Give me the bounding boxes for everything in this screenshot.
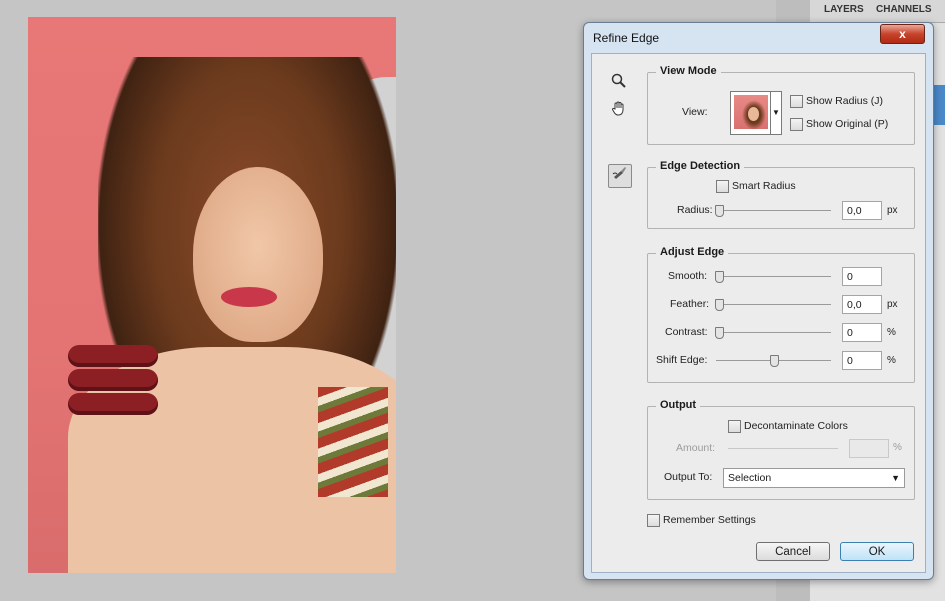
- view-thumbnail: [734, 95, 768, 130]
- output-to-select[interactable]: Selection ▼: [723, 468, 905, 488]
- amount-slider-track: [728, 448, 838, 449]
- remember-settings-label: Remember Settings: [663, 514, 756, 526]
- close-button[interactable]: x: [880, 24, 925, 44]
- photo-bracelet: [68, 393, 158, 415]
- feather-unit: px: [887, 299, 898, 310]
- thumb-face: [748, 107, 759, 121]
- output-legend: Output: [656, 399, 701, 411]
- ok-button[interactable]: OK: [840, 542, 914, 561]
- cancel-button[interactable]: Cancel: [756, 542, 830, 561]
- show-original-label: Show Original (P): [806, 118, 889, 130]
- show-radius-label: Show Radius (J): [806, 95, 884, 107]
- refine-radius-brush-icon[interactable]: [608, 164, 632, 188]
- document-photo[interactable]: [28, 17, 396, 573]
- decontaminate-checkbox[interactable]: [728, 420, 741, 433]
- tab-channels[interactable]: CHANNELS: [876, 4, 932, 15]
- dialog-content: View Mode View: ▼ Show Radius (J) Show O…: [591, 53, 926, 573]
- smart-radius-checkbox[interactable]: [716, 180, 729, 193]
- radius-unit: px: [887, 205, 898, 216]
- refine-edge-dialog: Refine Edge x View Mode View: ▼ Show Rad…: [583, 22, 934, 580]
- amount-label: Amount:: [676, 442, 716, 454]
- feather-field[interactable]: 0,0: [842, 295, 882, 314]
- contrast-field[interactable]: 0: [842, 323, 882, 342]
- radius-slider-thumb[interactable]: [715, 205, 724, 217]
- contrast-slider-thumb[interactable]: [715, 327, 724, 339]
- smooth-slider-thumb[interactable]: [715, 271, 724, 283]
- view-mode-picker[interactable]: ▼: [730, 91, 782, 135]
- feather-slider-thumb[interactable]: [715, 299, 724, 311]
- smart-radius-label: Smart Radius: [732, 180, 796, 192]
- smooth-label: Smooth:: [668, 270, 708, 282]
- smooth-slider-track[interactable]: [716, 276, 831, 277]
- show-original-checkbox[interactable]: [790, 118, 803, 131]
- shift-edge-slider-thumb[interactable]: [770, 355, 779, 367]
- shift-edge-field[interactable]: 0: [842, 351, 882, 370]
- zoom-icon[interactable]: [608, 73, 630, 95]
- contrast-label: Contrast:: [665, 326, 708, 338]
- output-group: Output Decontaminate Colors Amount: % Ou…: [647, 399, 915, 500]
- adjust-edge-legend: Adjust Edge: [656, 246, 729, 258]
- radius-slider-track[interactable]: [716, 210, 831, 211]
- panel-tabs: LAYERS CHANNELS: [810, 0, 945, 23]
- view-label: View:: [682, 106, 708, 118]
- hand-icon[interactable]: [608, 100, 630, 122]
- contrast-unit: %: [887, 327, 896, 338]
- radius-field[interactable]: 0,0: [842, 201, 882, 220]
- decontaminate-label: Decontaminate Colors: [744, 420, 848, 432]
- contrast-slider-track[interactable]: [716, 332, 831, 333]
- view-mode-group: View Mode View: ▼ Show Radius (J) Show O…: [647, 65, 915, 145]
- feather-label: Feather:: [670, 298, 710, 310]
- close-icon: x: [899, 27, 906, 41]
- remember-settings-checkbox[interactable]: [647, 514, 660, 527]
- photo-lips: [221, 287, 277, 307]
- view-mode-legend: View Mode: [656, 65, 721, 77]
- output-to-value: Selection: [728, 472, 772, 484]
- edge-detection-legend: Edge Detection: [656, 160, 745, 172]
- dialog-titlebar[interactable]: Refine Edge x: [584, 23, 933, 53]
- photo-bracelet: [68, 345, 158, 367]
- shift-edge-unit: %: [887, 355, 896, 366]
- radius-label: Radius:: [677, 204, 713, 216]
- shift-edge-label: Shift Edge:: [656, 354, 708, 366]
- feather-slider-track[interactable]: [716, 304, 831, 305]
- output-to-label: Output To:: [664, 471, 713, 483]
- photo-dress: [318, 387, 388, 497]
- photo-bracelet: [68, 369, 158, 391]
- chevron-down-icon: ▼: [891, 473, 900, 483]
- adjust-edge-group: Adjust Edge Smooth: 0 Feather: 0,0 px Co…: [647, 246, 915, 383]
- dialog-title: Refine Edge: [593, 31, 660, 45]
- amount-field: [849, 439, 889, 458]
- edge-detection-group: Edge Detection Smart Radius Radius: 0,0 …: [647, 160, 915, 229]
- show-radius-checkbox[interactable]: [790, 95, 803, 108]
- amount-unit: %: [893, 442, 902, 453]
- tab-layers[interactable]: LAYERS: [824, 4, 864, 15]
- smooth-field[interactable]: 0: [842, 267, 882, 286]
- photo-face: [193, 167, 323, 342]
- chevron-down-icon: ▼: [770, 92, 781, 134]
